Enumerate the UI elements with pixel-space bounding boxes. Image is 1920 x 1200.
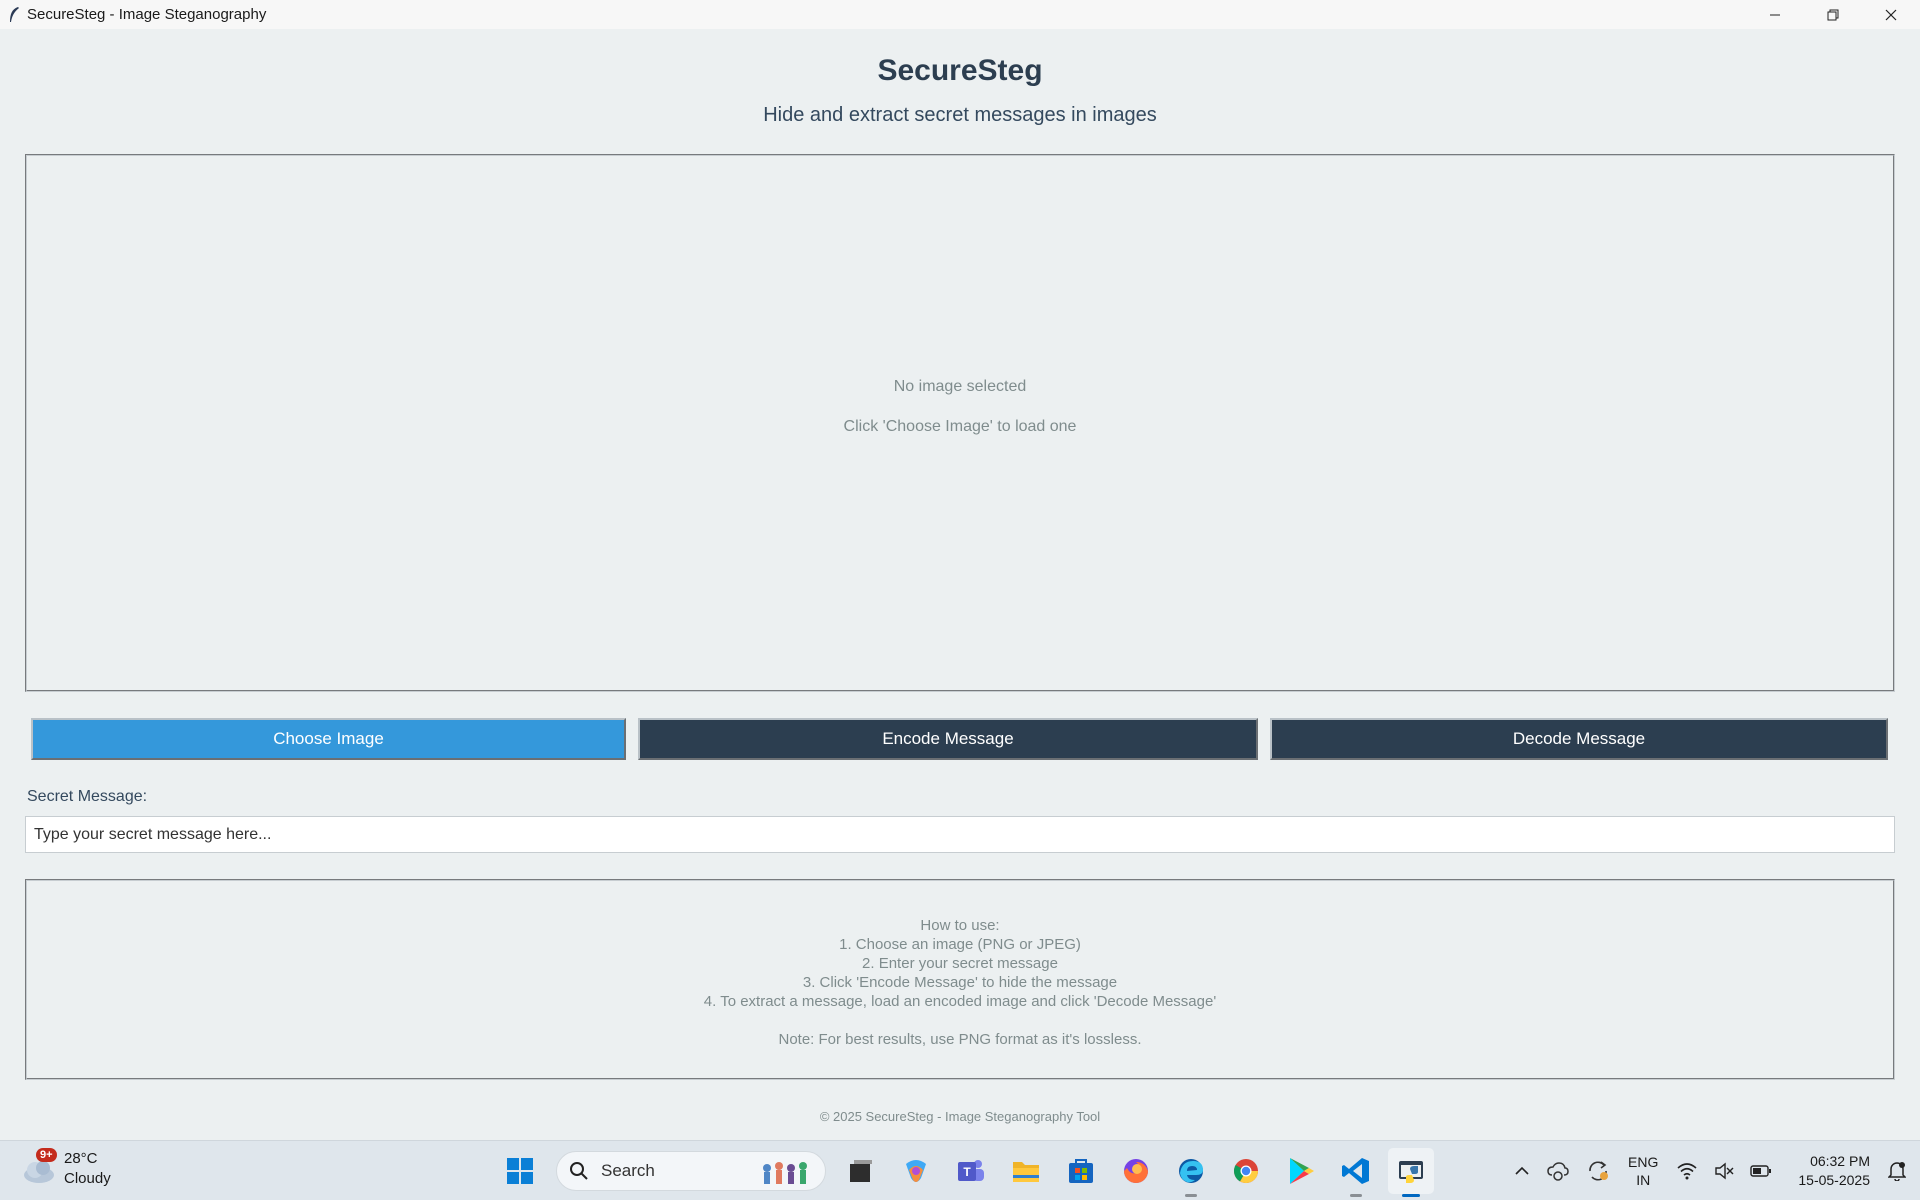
window-title: SecureSteg - Image Steganography — [27, 6, 267, 23]
svg-text:T: T — [963, 1165, 971, 1179]
task-view-icon[interactable] — [838, 1148, 884, 1194]
input-language-indicator[interactable]: ENG IN — [1628, 1153, 1658, 1189]
app-footer: © 2025 SecureSteg - Image Steganography … — [819, 1109, 1101, 1124]
taskbar: 9+ 28°C Cloudy Search T ENG IN 06:32 PM … — [0, 1140, 1920, 1200]
weather-condition: Cloudy — [64, 1170, 111, 1187]
notification-bell-icon[interactable] — [1888, 1161, 1906, 1181]
notification-badge: 9+ — [36, 1148, 57, 1162]
taskbar-search[interactable]: Search — [556, 1151, 826, 1191]
firefox-icon[interactable] — [1113, 1148, 1159, 1194]
region-code: IN — [1636, 1172, 1651, 1188]
taskbar-clock[interactable]: 06:32 PM 15-05-2025 — [1798, 1152, 1870, 1190]
python-app-icon[interactable] — [1388, 1148, 1434, 1197]
encode-message-button[interactable]: Encode Message — [638, 718, 1258, 760]
window-titlebar: SecureSteg - Image Steganography — [0, 0, 1920, 29]
app-window: SecureSteg Hide and extract secret messa… — [0, 29, 1920, 1140]
app-subtitle: Hide and extract secret messages in imag… — [763, 104, 1157, 126]
cloudy-weather-icon: 9+ — [20, 1148, 58, 1188]
onedrive-sync-icon[interactable] — [1546, 1161, 1570, 1181]
decode-message-button[interactable]: Decode Message — [1270, 718, 1888, 760]
active-indicator — [1402, 1194, 1420, 1197]
restore-icon — [1827, 9, 1839, 20]
app-title: SecureSteg — [877, 54, 1043, 87]
secret-message-label: Secret Message: — [27, 788, 148, 805]
file-explorer-icon[interactable] — [1003, 1148, 1049, 1194]
instruction-step-4: 4. To extract a message, load an encoded… — [703, 993, 1217, 1010]
close-icon — [1885, 9, 1897, 20]
close-button[interactable] — [1862, 0, 1920, 29]
clock-time: 06:32 PM — [1810, 1153, 1870, 1169]
battery-icon[interactable] — [1750, 1164, 1772, 1178]
choose-image-button[interactable]: Choose Image — [31, 718, 626, 760]
feather-icon — [6, 6, 22, 24]
minimize-icon — [1770, 14, 1780, 15]
system-tray: ENG IN 06:32 PM 15-05-2025 — [1506, 1141, 1920, 1200]
store-icon[interactable] — [1058, 1148, 1104, 1194]
restore-button[interactable] — [1804, 0, 1862, 29]
clock-date: 15-05-2025 — [1798, 1172, 1870, 1188]
language-code: ENG — [1628, 1154, 1659, 1170]
instruction-step-3: 3. Click 'Encode Message' to hide the me… — [802, 974, 1118, 991]
search-icon — [570, 1162, 588, 1180]
instructions-panel: How to use: 1. Choose an image (PNG or J… — [25, 879, 1895, 1080]
weather-temperature: 28°C — [64, 1150, 98, 1167]
taskbar-apps: Search T — [497, 1148, 1443, 1197]
instruction-step-1: 1. Choose an image (PNG or JPEG) — [839, 936, 1081, 953]
weather-widget[interactable]: 9+ 28°C Cloudy — [20, 1148, 111, 1189]
edge-icon[interactable] — [1168, 1148, 1214, 1197]
update-sync-icon[interactable] — [1586, 1160, 1610, 1182]
window-controls — [1746, 0, 1920, 29]
minimize-button[interactable] — [1746, 0, 1804, 29]
choose-image-hint: Click 'Choose Image' to load one — [843, 418, 1077, 435]
chrome-icon[interactable] — [1223, 1148, 1269, 1194]
secret-message-input[interactable] — [25, 816, 1895, 853]
search-label: Search — [601, 1161, 655, 1180]
search-highlight-icon — [763, 1162, 807, 1184]
show-hidden-icons-chevron-icon[interactable] — [1514, 1166, 1530, 1176]
instructions-note: Note: For best results, use PNG format a… — [778, 1031, 1142, 1048]
instruction-step-2: 2. Enter your secret message — [862, 955, 1058, 972]
teams-icon[interactable]: T — [948, 1148, 994, 1194]
speaker-muted-icon[interactable] — [1714, 1162, 1734, 1180]
running-indicator — [1185, 1194, 1197, 1197]
instructions-text: How to use: 1. Choose an image (PNG or J… — [27, 916, 1893, 1049]
wifi-icon[interactable] — [1676, 1162, 1698, 1180]
no-image-text: No image selected — [893, 378, 1027, 395]
windows-start-icon[interactable] — [497, 1148, 543, 1194]
play-store-icon[interactable] — [1278, 1148, 1324, 1194]
running-indicator — [1350, 1194, 1362, 1197]
vscode-icon[interactable] — [1333, 1148, 1379, 1197]
copilot-icon[interactable] — [893, 1148, 939, 1194]
instructions-heading: How to use: — [920, 917, 1000, 934]
image-preview-panel: No image selected Click 'Choose Image' t… — [25, 154, 1895, 692]
